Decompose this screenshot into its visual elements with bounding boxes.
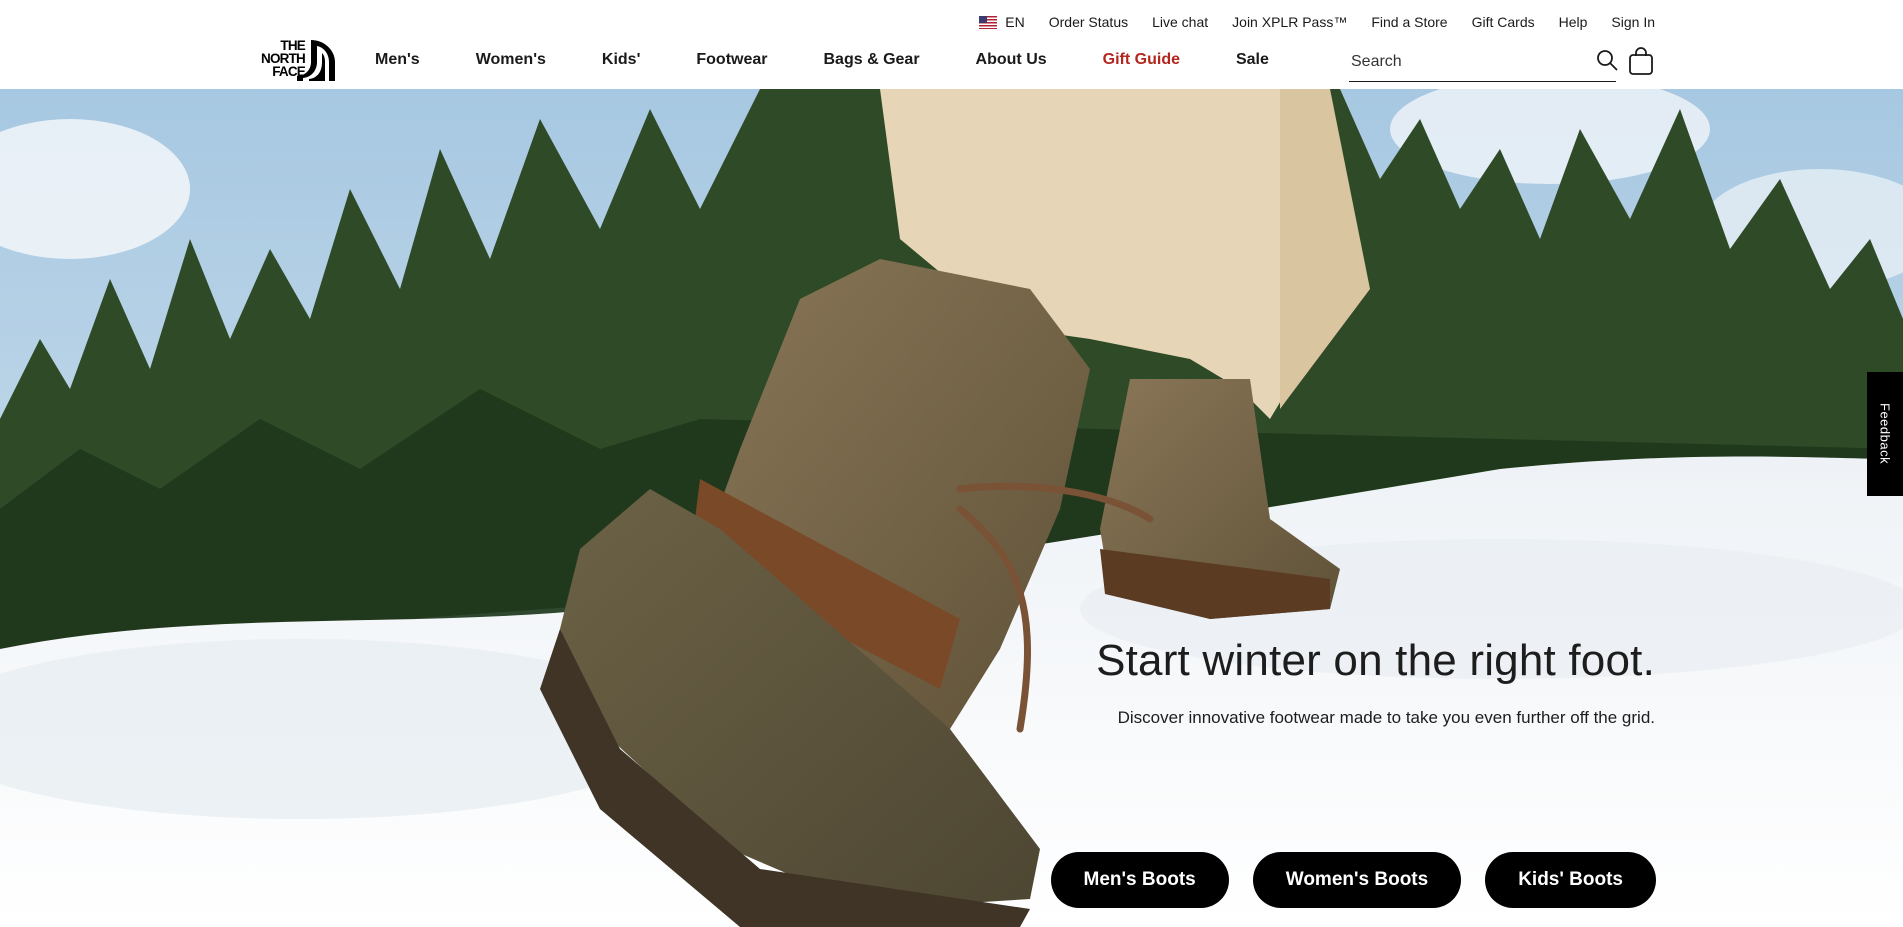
find-store-link[interactable]: Find a Store (1371, 14, 1447, 30)
xplr-pass-link[interactable]: Join XPLR Pass™ (1232, 14, 1347, 30)
half-dome-logo-icon (297, 40, 335, 81)
hero-image (0, 89, 1903, 927)
feedback-label: Feedback (1877, 403, 1893, 465)
search-box (1349, 47, 1618, 82)
help-link[interactable]: Help (1559, 14, 1588, 30)
hero-headline: Start winter on the right foot. (1096, 636, 1655, 685)
north-face-logo[interactable]: THE NORTH FACE (247, 39, 335, 82)
gift-cards-link[interactable]: Gift Cards (1472, 14, 1535, 30)
nav-gift-guide[interactable]: Gift Guide (1103, 51, 1180, 69)
search-icon[interactable] (1596, 49, 1618, 71)
kids-boots-button[interactable]: Kids' Boots (1485, 852, 1656, 908)
womens-boots-button[interactable]: Women's Boots (1252, 852, 1462, 908)
nav-bags-gear[interactable]: Bags & Gear (824, 51, 920, 69)
nav-footwear[interactable]: Footwear (696, 51, 767, 69)
sign-in-link[interactable]: Sign In (1611, 14, 1655, 30)
nav-about-us[interactable]: About Us (976, 51, 1047, 69)
search-input[interactable] (1349, 47, 1584, 77)
hero-copy: Start winter on the right foot. Discover… (1096, 636, 1655, 728)
feedback-tab[interactable]: Feedback (1867, 372, 1903, 496)
shopping-bag-icon[interactable] (1628, 47, 1654, 75)
mens-boots-button[interactable]: Men's Boots (1050, 852, 1229, 908)
nav-sale[interactable]: Sale (1236, 51, 1269, 69)
main-nav: Men's Women's Kids' Footwear Bags & Gear… (375, 51, 1325, 69)
site-header: EN Order Status Live chat Join XPLR Pass… (0, 0, 1903, 89)
locale-label: EN (1005, 14, 1025, 30)
hero-banner: Start winter on the right foot. Discover… (0, 89, 1903, 927)
us-flag-icon (979, 15, 998, 29)
order-status-link[interactable]: Order Status (1049, 14, 1128, 30)
nav-mens[interactable]: Men's (375, 51, 420, 69)
live-chat-link[interactable]: Live chat (1152, 14, 1208, 30)
nav-womens[interactable]: Women's (476, 51, 546, 69)
hero-cta-group: Men's Boots Women's Boots Kids' Boots (1050, 852, 1656, 908)
nav-kids[interactable]: Kids' (602, 51, 640, 69)
utility-nav: EN Order Status Live chat Join XPLR Pass… (979, 14, 1655, 30)
hero-subline: Discover innovative footwear made to tak… (1117, 708, 1655, 727)
locale-selector[interactable]: EN (979, 14, 1025, 30)
